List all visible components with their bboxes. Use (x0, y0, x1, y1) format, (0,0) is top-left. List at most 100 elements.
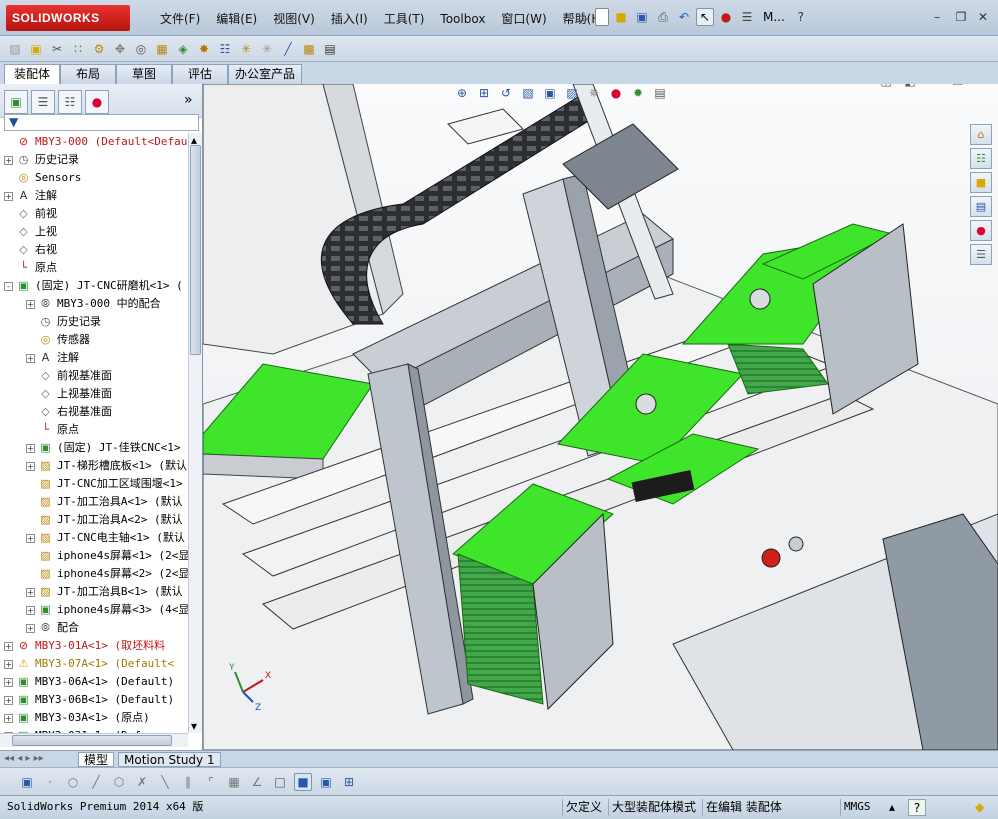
tree-item[interactable]: ▨ iphone4s屏幕<1> (2<显 (26, 547, 188, 565)
tree-item[interactable]: ▨ JT-加工治具A<1> (默认 (26, 493, 182, 511)
display-manager-tab-icon[interactable]: ● (85, 90, 109, 114)
tree-item[interactable]: ◇ 前视基准面 (26, 367, 112, 385)
appearances-icon[interactable]: ● (970, 220, 992, 241)
tree-item[interactable]: + ▣ MBY3-06A<1> (Default) (4, 673, 174, 691)
tree-item[interactable]: ◇ 右视基准面 (26, 403, 112, 421)
tree-expand-icon[interactable]: + (26, 443, 35, 453)
solidworks-logo[interactable]: SOLIDWORKS (6, 5, 130, 31)
tree-item[interactable]: + ▣ (固定) JT-佳铁CNC<1> (26, 439, 180, 457)
tree-item[interactable]: + ⦾ MBY3-000 中的配合 (26, 295, 161, 313)
tree-item[interactable]: + A 注解 (26, 349, 79, 367)
view-orientation-icon[interactable]: ▣ (541, 84, 559, 102)
smart-fasteners-icon[interactable]: ⚙ (90, 40, 108, 58)
tree-expand-icon[interactable]: + (26, 461, 35, 471)
box-icon[interactable]: □ (271, 773, 289, 791)
tree-item[interactable]: ▨ iphone4s屏幕<2> (2<显 (26, 565, 188, 583)
feature-tree-tab-icon[interactable]: ▣ (4, 90, 28, 114)
menu-tools[interactable]: 工具(T) (376, 10, 433, 28)
insert-component-icon[interactable]: ▣ (27, 40, 45, 58)
tree-item[interactable]: + ▨ JT-加工治具B<1> (默认 (26, 583, 183, 601)
tree-expand-icon[interactable]: + (26, 353, 35, 363)
tree-expand-icon[interactable]: - (4, 281, 13, 291)
tree-item[interactable]: └ 原点 (26, 421, 79, 439)
property-manager-tab-icon[interactable]: ☰ (31, 90, 55, 114)
rebuild-icon[interactable]: ● (717, 8, 735, 26)
mate-icon[interactable]: ✂ (48, 40, 66, 58)
tree-item[interactable]: ◇ 前视 (4, 205, 57, 223)
apply-scene-icon[interactable]: ✹ (629, 84, 647, 102)
tree-expand-icon[interactable]: + (4, 677, 13, 687)
help-icon[interactable]: ? (792, 8, 810, 26)
tree-expand-icon[interactable]: + (4, 659, 13, 669)
centerline-icon[interactable]: ╲ (156, 773, 174, 791)
table-icon[interactable]: ⊞ (340, 773, 358, 791)
circle-icon[interactable]: ○ (64, 773, 82, 791)
tree-horizontal-scrollbar[interactable] (0, 733, 188, 747)
tree-item[interactable]: + ▨ JT-梯形槽底板<1> (默认 (26, 457, 187, 475)
zoom-to-fit-icon[interactable]: ⊕ (453, 84, 471, 102)
close-icon[interactable]: ✕ (974, 9, 992, 25)
menu-insert[interactable]: 插入(I) (323, 10, 376, 28)
tree-item[interactable]: - ▣ (固定) JT-CNC研磨机<1> ( (4, 277, 183, 295)
tab-evaluate[interactable]: 评估 (172, 64, 228, 84)
assembly-model-render[interactable]: X Y Z (203, 84, 998, 750)
view-palette-icon[interactable]: ▤ (970, 196, 992, 217)
restore-icon[interactable]: ❐ (952, 9, 970, 25)
tree-item[interactable]: + A 注解 (4, 187, 57, 205)
tab-sketch[interactable]: 草图 (116, 64, 172, 84)
menu-window[interactable]: 窗口(W) (493, 10, 554, 28)
select-pointer-icon[interactable]: ↖ (696, 8, 714, 26)
tree-expand-icon[interactable]: + (4, 191, 13, 201)
tree-item[interactable]: ◇ 右视 (4, 241, 57, 259)
undo-icon[interactable]: ↶ (675, 8, 693, 26)
tree-expand-icon[interactable]: + (26, 299, 35, 309)
grid-icon[interactable]: ▦ (225, 773, 243, 791)
scroll-down-icon[interactable]: ▾ (191, 719, 197, 733)
search-commands-label[interactable]: M... (763, 10, 785, 24)
tree-expand-icon[interactable]: + (4, 641, 13, 651)
tree-item[interactable]: └ 原点 (4, 259, 57, 277)
edit-component-icon[interactable]: ▨ (6, 40, 24, 58)
point-icon[interactable]: · (41, 773, 59, 791)
open-folder-icon[interactable]: ■ (612, 8, 630, 26)
tree-item[interactable]: + ▣ MBY3-06B<1> (Default) (4, 691, 174, 709)
smart-dimension-icon[interactable]: ⌜ (202, 773, 220, 791)
save-icon[interactable]: ▣ (18, 773, 36, 791)
tree-item[interactable]: + ⊘ MBY3-01A<1> (取坯料料 (4, 637, 165, 655)
tree-item[interactable]: + ⦾ 配合 (26, 619, 79, 637)
menu-edit[interactable]: 编辑(E) (208, 10, 265, 28)
large-assembly-icon[interactable]: ▤ (321, 40, 339, 58)
tab-layout[interactable]: 布局 (60, 64, 116, 84)
bill-of-materials-icon[interactable]: ☷ (216, 40, 234, 58)
viewport-split-icon[interactable]: ◧ (901, 84, 919, 90)
save-icon[interactable]: ▣ (633, 8, 651, 26)
zoom-to-area-icon[interactable]: ⊞ (475, 84, 493, 102)
menu-toolbox[interactable]: Toolbox (432, 10, 493, 28)
trim-icon[interactable]: ✗ (133, 773, 151, 791)
tab-motion-study[interactable]: Motion Study 1 (118, 752, 221, 767)
linear-pattern-icon[interactable]: ∷ (69, 40, 87, 58)
tree-expand-icon[interactable]: + (26, 623, 35, 633)
new-motion-study-icon[interactable]: ✸ (195, 40, 213, 58)
solidworks-resources-icon[interactable]: ⌂ (970, 124, 992, 145)
graphics-area[interactable]: X Y Z ⊕ ⊞ ↺ ▧ ▣ ▨ ✵ ● ✹ ▤ ◫ ◧ – ❐ ✕ (203, 84, 998, 750)
tree-item[interactable]: + ▨ JT-CNC电主轴<1> (默认 (26, 529, 185, 547)
custom-properties-icon[interactable]: ☰ (970, 244, 992, 265)
pin-icon[interactable]: ⚓ (574, 8, 592, 26)
tree-item[interactable]: ⊘ MBY3-000 (Default<Defau (4, 133, 187, 151)
tree-item[interactable]: ◇ 上视 (4, 223, 57, 241)
new-document-icon[interactable] (595, 8, 609, 26)
section-view-icon[interactable]: ▧ (519, 84, 537, 102)
tree-item[interactable]: ◎ 传感器 (26, 331, 90, 349)
menu-file[interactable]: 文件(F) (152, 10, 208, 28)
tree-hscroll-thumb[interactable] (12, 735, 172, 746)
hide-show-items-icon[interactable]: ✵ (585, 84, 603, 102)
tab-nav-arrows-icon[interactable]: ◂◂ ◂ ▸ ▸▸ (4, 753, 44, 764)
viewport-close-icon[interactable]: ✕ (973, 84, 991, 90)
design-library-icon[interactable]: ☷ (970, 148, 992, 169)
tree-item[interactable]: + ◷ 历史记录 (4, 151, 79, 169)
move-component-icon[interactable]: ✥ (111, 40, 129, 58)
tree-item[interactable]: ▨ JT-CNC加工区域围堰<1> (26, 475, 182, 493)
tree-item[interactable]: + ▣ iphone4s屏幕<3> (4<显 (26, 601, 188, 619)
tree-item[interactable]: + ⚠ MBY3-07A<1> (Default< (4, 655, 174, 673)
